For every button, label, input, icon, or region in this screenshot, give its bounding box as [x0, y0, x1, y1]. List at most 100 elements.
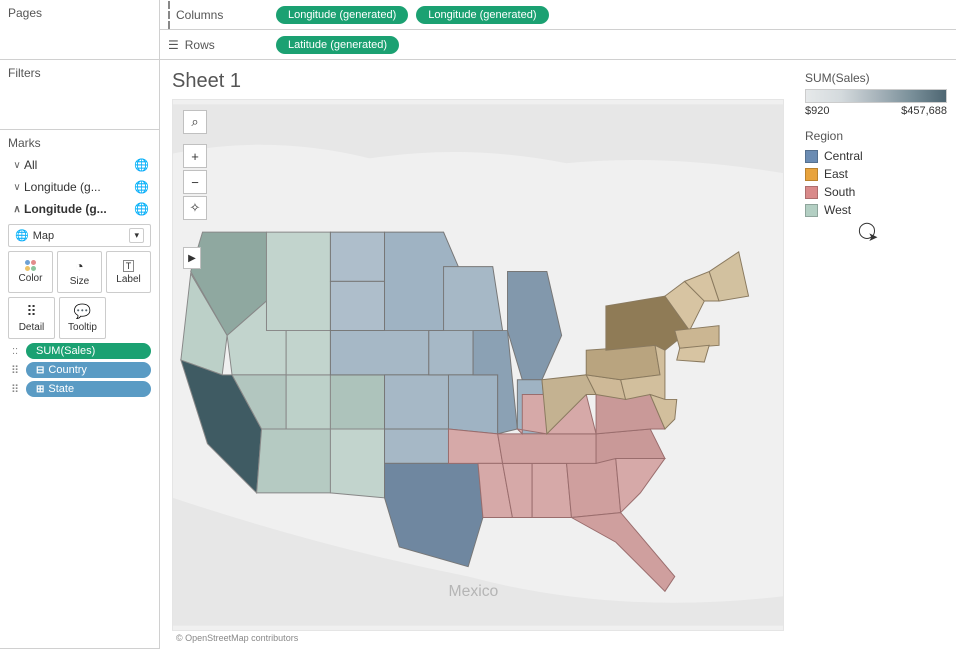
globe-icon: 🌐	[134, 180, 149, 194]
left-sidebar: Pages Filters Marks ∨ All 🌐 ∨ Longitude …	[0, 0, 160, 649]
state-nebraska[interactable]	[330, 331, 428, 375]
label-icon: T	[123, 260, 135, 272]
detail-icon: ⠿	[26, 303, 36, 320]
pages-title: Pages	[8, 6, 151, 20]
size-label: Size	[70, 276, 89, 287]
sheet-title: Sheet 1	[172, 70, 784, 93]
content-row: Sheet 1 ⌕ + − ✧ ▶ Mexico United	[160, 60, 956, 649]
marks-panel: Marks ∨ All 🌐 ∨ Longitude (g... 🌐 ∧ Long…	[0, 130, 159, 649]
pill-state[interactable]: ⊞ State	[26, 381, 151, 397]
filters-title: Filters	[8, 66, 151, 80]
state-south-dakota[interactable]	[330, 281, 384, 330]
state-north-dakota[interactable]	[330, 232, 384, 281]
rows-label: ☰ Rows	[168, 38, 268, 52]
state-kansas[interactable]	[385, 375, 449, 429]
swatch-east	[805, 168, 818, 181]
mark-type-dropdown[interactable]: 🌐 Map ▾	[8, 224, 151, 247]
size-button[interactable]: ◔ Size	[57, 251, 102, 293]
columns-shelf[interactable]: Columns Longitude (generated) Longitude …	[160, 0, 956, 30]
legend-central-label: Central	[824, 149, 863, 163]
gradient-labels: $920 $457,688	[805, 105, 947, 117]
rows-pill-1[interactable]: Latitude (generated)	[276, 36, 399, 54]
columns-pill-1[interactable]: Longitude (generated)	[276, 6, 408, 24]
detail-label: Detail	[19, 322, 45, 333]
plus-icon: +	[191, 149, 199, 164]
zoom-in-button[interactable]: +	[183, 144, 207, 168]
map-search-button[interactable]: ⌕	[183, 110, 207, 134]
legend-item-central[interactable]: Central	[805, 147, 947, 165]
spacer	[110, 297, 151, 339]
map-pin-button[interactable]: ✧	[183, 196, 207, 220]
rows-text: Rows	[185, 38, 215, 52]
map-tools-expand[interactable]: ▶	[183, 247, 201, 269]
state-arkansas[interactable]	[448, 429, 502, 463]
color-button[interactable]: Color	[8, 251, 53, 293]
marks-long2-row[interactable]: ∧ Longitude (g... 🌐	[8, 198, 151, 220]
columns-pill-2-label: Longitude (generated)	[428, 9, 536, 21]
filters-panel: Filters	[0, 60, 159, 130]
legend-item-south[interactable]: South	[805, 183, 947, 201]
state-pennsylvania[interactable]	[586, 345, 660, 379]
marks-title: Marks	[8, 136, 151, 150]
rows-icon: ☰	[168, 38, 179, 52]
state-oklahoma[interactable]	[385, 429, 449, 463]
map-controls: ⌕ + − ✧	[183, 110, 207, 220]
state-arizona[interactable]	[257, 429, 331, 493]
mark-buttons-row-2: ⠿ Detail 💬 Tooltip	[8, 297, 151, 339]
state-wyoming[interactable]	[286, 331, 330, 375]
legends-panel: SUM(Sales) $920 $457,688 Region Central …	[796, 60, 956, 649]
swatch-south	[805, 186, 818, 199]
detail-button[interactable]: ⠿ Detail	[8, 297, 55, 339]
marks-all-row[interactable]: ∨ All 🌐	[8, 154, 151, 176]
state-connecticut-ri[interactable]	[677, 345, 709, 362]
pill-sum-sales[interactable]: SUM(Sales)	[26, 343, 151, 359]
legend-item-east[interactable]: East	[805, 165, 947, 183]
state-missouri[interactable]	[448, 375, 497, 434]
columns-icon	[168, 1, 170, 29]
collapse-icon: ⊟	[36, 365, 44, 376]
globe-icon: 🌐	[134, 202, 149, 216]
legend-region: Region Central East South West	[804, 128, 948, 220]
pill-country[interactable]: ⊟ Country	[26, 362, 151, 378]
tooltip-icon: 💬	[74, 303, 91, 320]
pill-sum-sales-label: SUM(Sales)	[36, 345, 95, 357]
marks-long1-row[interactable]: ∨ Longitude (g... 🌐	[8, 176, 151, 198]
label-button[interactable]: T Label	[106, 251, 151, 293]
legend-item-west[interactable]: West	[805, 201, 947, 219]
rows-pill-1-label: Latitude (generated)	[288, 39, 387, 51]
state-iowa[interactable]	[429, 331, 473, 375]
state-utah[interactable]	[286, 375, 330, 429]
gradient-min: $920	[805, 105, 829, 117]
caret-down-icon: ∨	[10, 182, 24, 193]
columns-pill-2[interactable]: Longitude (generated)	[416, 6, 548, 24]
map-canvas[interactable]: ⌕ + − ✧ ▶ Mexico United States	[172, 99, 784, 631]
rows-shelf[interactable]: ☰ Rows Latitude (generated)	[160, 30, 956, 60]
caret-up-icon: ∧	[10, 204, 24, 215]
columns-text: Columns	[176, 8, 223, 22]
pill-stack: :: SUM(Sales) ⠿ ⊟ Country ⠿ ⊞ State	[8, 343, 151, 397]
state-wisconsin[interactable]	[444, 267, 503, 331]
state-alabama[interactable]	[532, 463, 571, 517]
spacer	[183, 136, 207, 142]
color-dots-icon	[25, 260, 36, 271]
state-montana[interactable]	[266, 232, 330, 330]
legend-sum-title: SUM(Sales)	[805, 71, 947, 85]
state-tennessee[interactable]	[498, 434, 596, 464]
color-label: Color	[19, 273, 43, 284]
tooltip-button[interactable]: 💬 Tooltip	[59, 297, 106, 339]
legend-sum-sales: SUM(Sales) $920 $457,688	[804, 70, 948, 118]
dropdown-arrow-icon: ▾	[129, 228, 144, 243]
zoom-out-button[interactable]: −	[183, 170, 207, 194]
viz-area: Sheet 1 ⌕ + − ✧ ▶ Mexico United	[160, 60, 796, 649]
detail-shelf-icon: ⠿	[8, 383, 22, 396]
size-icon: ◔	[75, 258, 83, 274]
state-georgia[interactable]	[567, 458, 621, 517]
map-attribution: © OpenStreetMap contributors	[172, 631, 784, 645]
state-new-mexico[interactable]	[330, 429, 384, 498]
color-gradient[interactable]	[805, 89, 947, 103]
columns-label: Columns	[168, 1, 268, 29]
label-label: Label	[116, 274, 140, 285]
gradient-max: $457,688	[901, 105, 947, 117]
mark-buttons-row-1: Color ◔ Size T Label	[8, 251, 151, 293]
state-colorado[interactable]	[330, 375, 384, 429]
